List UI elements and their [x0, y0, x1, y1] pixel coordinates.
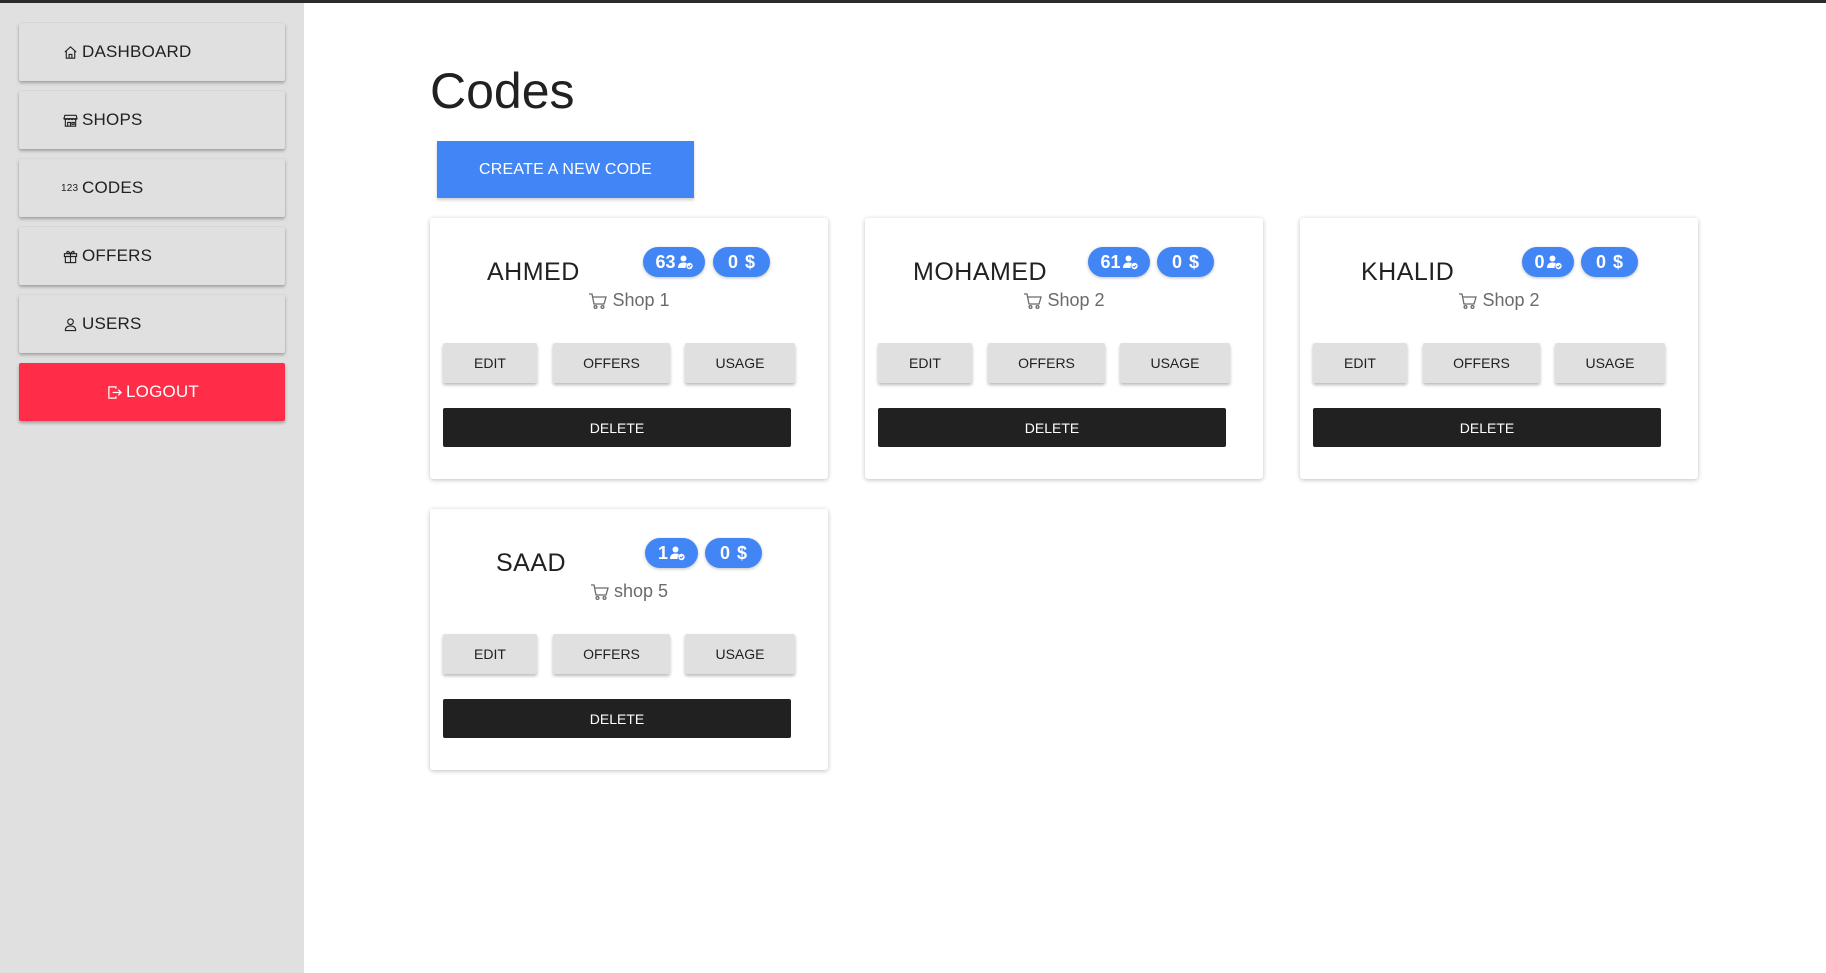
- code-name: SAAD: [496, 549, 567, 577]
- edit-button[interactable]: EDIT: [878, 343, 972, 383]
- delete-button[interactable]: DELETE: [443, 699, 791, 738]
- code-card: MOHAMED 61 0 $ Shop 2 EDIT OFFERS USAGE …: [865, 218, 1263, 479]
- user-check-icon: [1546, 255, 1562, 270]
- sidebar-item-users[interactable]: USERS: [19, 295, 285, 353]
- cart-icon: [1459, 292, 1478, 309]
- users-count: 63: [655, 251, 676, 272]
- users-count: 0: [1534, 251, 1545, 272]
- code-name: KHALID: [1361, 258, 1455, 286]
- edit-button[interactable]: EDIT: [443, 343, 537, 383]
- sidebar-item-label: CODES: [82, 178, 144, 197]
- amount-value: 0: [1595, 251, 1606, 272]
- page-title: Codes: [430, 63, 575, 119]
- sidebar-item-shops[interactable]: SHOPS: [19, 91, 285, 149]
- offers-button[interactable]: OFFERS: [1423, 343, 1540, 383]
- user-check-icon: [670, 546, 685, 561]
- sidebar-item-dashboard[interactable]: DASHBOARD: [19, 23, 285, 81]
- usage-button[interactable]: USAGE: [1555, 343, 1665, 383]
- code-name: MOHAMED: [913, 258, 1048, 286]
- sidebar-item-label: DASHBOARD: [82, 42, 192, 61]
- logout-button[interactable]: LOGOUT: [19, 363, 285, 421]
- currency-symbol: $: [745, 251, 756, 272]
- amount-badge: 0 $: [713, 247, 770, 277]
- users-count: 61: [1100, 251, 1121, 272]
- sidebar-item-codes[interactable]: 123 CODES: [19, 159, 285, 217]
- users-count-badge: 63: [643, 247, 705, 277]
- sidebar-item-label: OFFERS: [82, 246, 153, 265]
- amount-value: 0: [719, 542, 730, 563]
- edit-button[interactable]: EDIT: [443, 634, 537, 674]
- users-count-badge: 61: [1088, 247, 1150, 277]
- cart-icon: [590, 583, 609, 600]
- offers-button[interactable]: OFFERS: [988, 343, 1105, 383]
- amount-value: 0: [727, 251, 738, 272]
- shop-label: Shop 2: [865, 290, 1263, 311]
- shop-name: shop 5: [613, 581, 669, 601]
- edit-button[interactable]: EDIT: [1313, 343, 1407, 383]
- currency-symbol: $: [1613, 251, 1624, 272]
- user-check-icon: [1122, 255, 1138, 270]
- delete-button[interactable]: DELETE: [878, 408, 1226, 447]
- home-icon: [61, 43, 79, 61]
- users-count: 1: [657, 542, 668, 563]
- usage-button[interactable]: USAGE: [685, 634, 795, 674]
- numbers-icon: 123: [61, 182, 79, 194]
- amount-badge: 0 $: [1157, 247, 1214, 277]
- cart-icon: [589, 292, 608, 309]
- users-count-badge: 0: [1522, 247, 1574, 277]
- shop-label: Shop 1: [430, 290, 828, 311]
- sidebar-item-label: USERS: [82, 314, 142, 333]
- delete-button[interactable]: DELETE: [1313, 408, 1661, 447]
- sidebar: DASHBOARD SHOPS 123 CODES OFFERS USERS L…: [0, 3, 304, 973]
- cart-icon: [1024, 292, 1043, 309]
- users-count-badge: 1: [645, 538, 698, 568]
- shop-label: shop 5: [430, 581, 828, 602]
- user-check-icon: [677, 255, 693, 270]
- code-card: KHALID 0 0 $ Shop 2 EDIT OFFERS USAGE DE…: [1300, 218, 1698, 479]
- logout-label: LOGOUT: [126, 382, 199, 401]
- shop-name: Shop 1: [612, 290, 670, 310]
- sidebar-item-offers[interactable]: OFFERS: [19, 227, 285, 285]
- gift-icon: [61, 247, 79, 265]
- offers-button[interactable]: OFFERS: [553, 343, 670, 383]
- code-card: SAAD 1 0 $ shop 5 EDIT OFFERS USAGE DELE…: [430, 509, 828, 770]
- amount-badge: 0 $: [705, 538, 762, 568]
- amount-value: 0: [1171, 251, 1182, 272]
- user-icon: [61, 315, 79, 333]
- delete-button[interactable]: DELETE: [443, 408, 791, 447]
- shop-label: Shop 2: [1300, 290, 1698, 311]
- currency-symbol: $: [737, 542, 748, 563]
- store-icon: [61, 111, 79, 129]
- usage-button[interactable]: USAGE: [685, 343, 795, 383]
- offers-button[interactable]: OFFERS: [553, 634, 670, 674]
- code-card: AHMED 63 0 $ Shop 1 EDIT OFFERS USAGE DE…: [430, 218, 828, 479]
- currency-symbol: $: [1189, 251, 1200, 272]
- usage-button[interactable]: USAGE: [1120, 343, 1230, 383]
- shop-name: Shop 2: [1047, 290, 1105, 310]
- amount-badge: 0 $: [1581, 247, 1638, 277]
- shop-name: Shop 2: [1482, 290, 1540, 310]
- logout-icon: [105, 383, 123, 401]
- create-code-button[interactable]: CREATE A NEW CODE: [437, 141, 694, 198]
- sidebar-item-label: SHOPS: [82, 110, 143, 129]
- code-name: AHMED: [487, 258, 580, 286]
